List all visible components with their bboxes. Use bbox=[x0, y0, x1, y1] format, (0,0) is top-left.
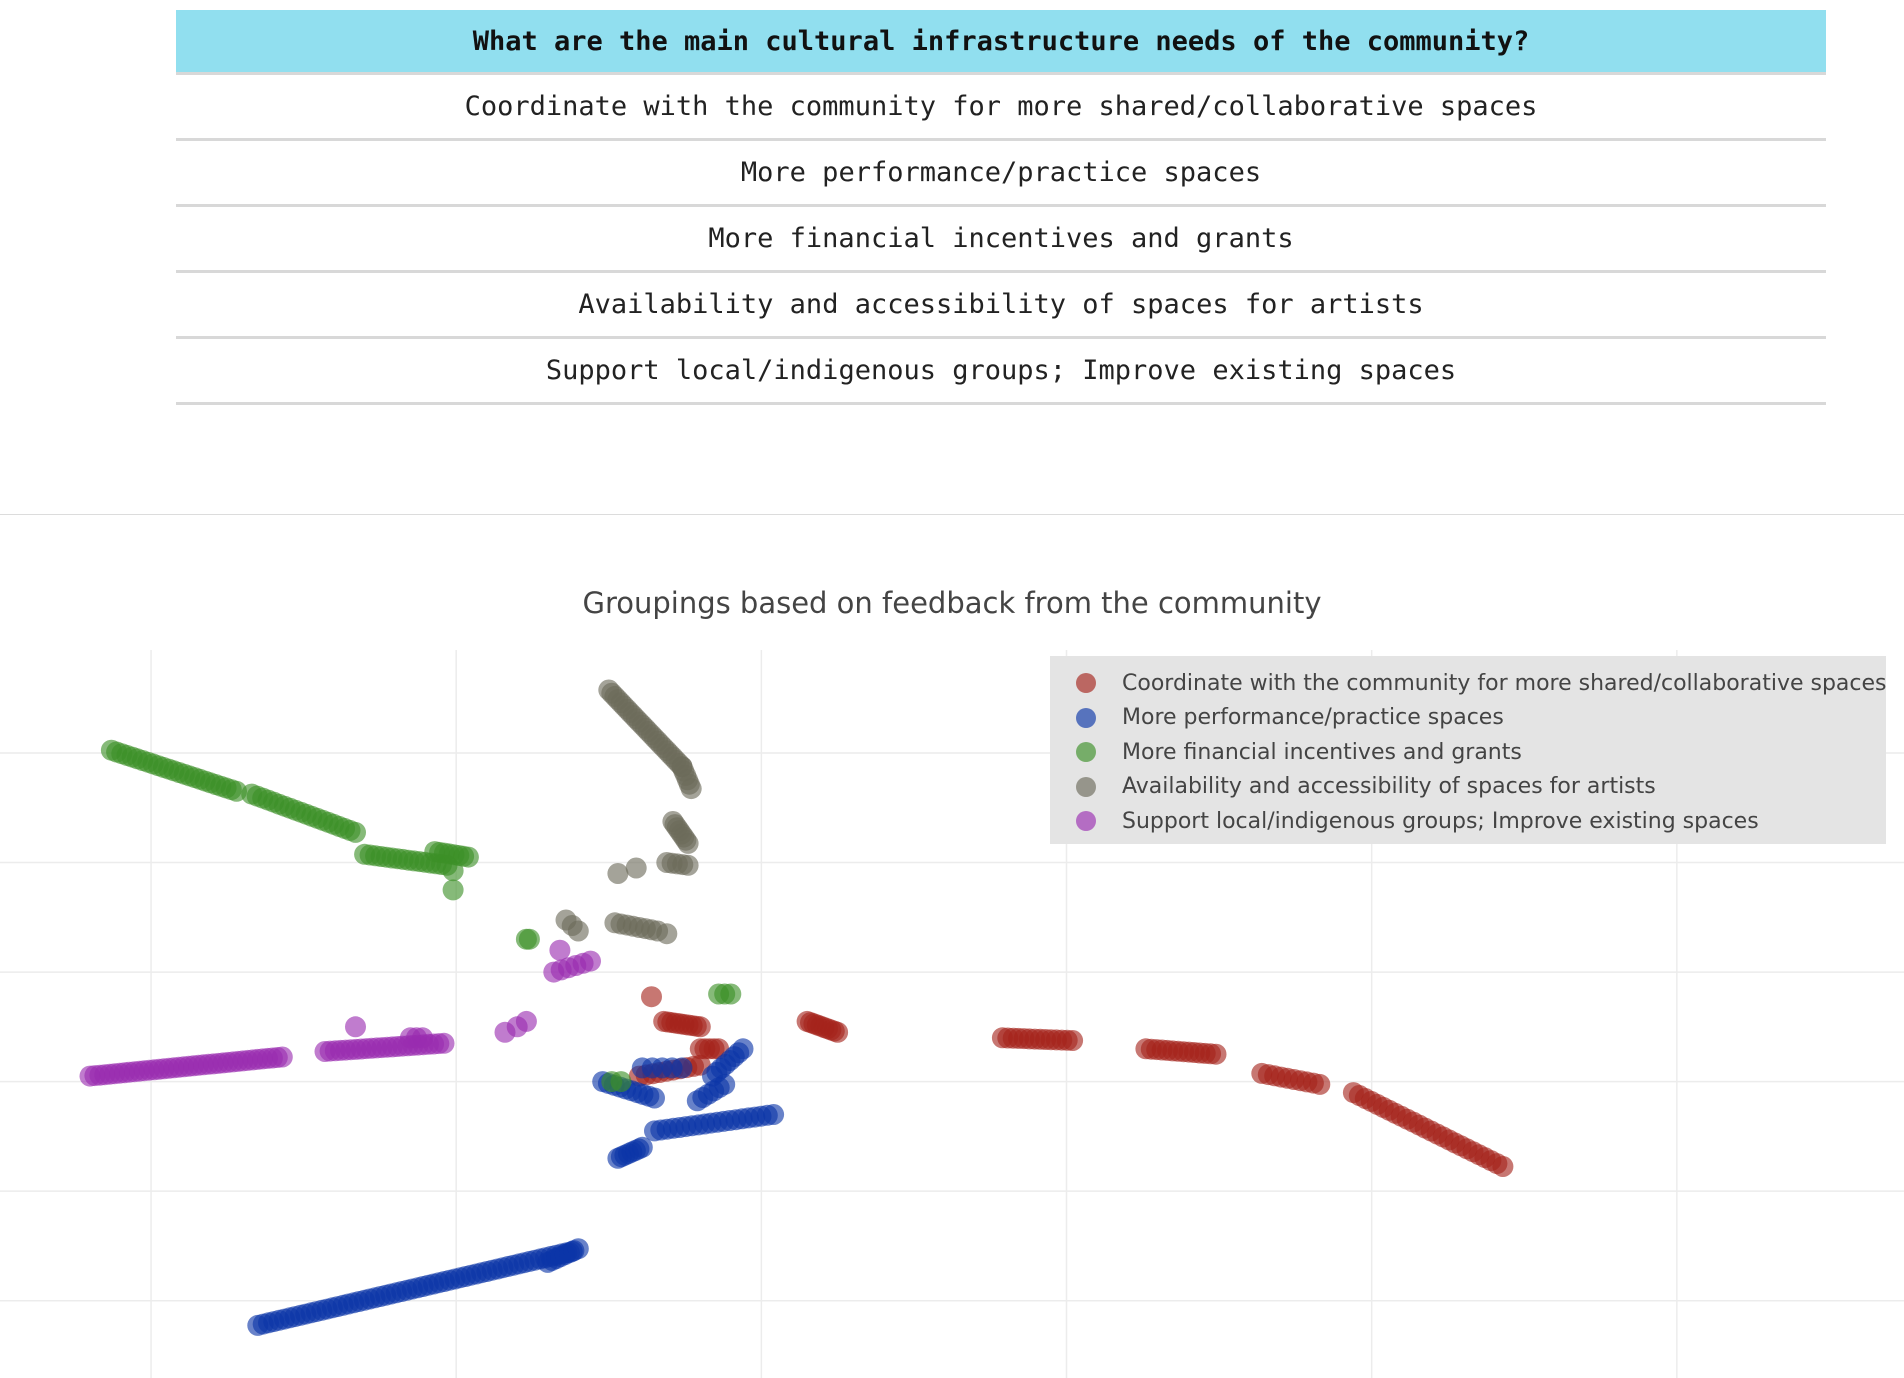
data-point bbox=[567, 1238, 589, 1260]
data-point bbox=[680, 778, 702, 800]
data-point bbox=[442, 879, 464, 901]
legend-marker-icon bbox=[1076, 742, 1096, 763]
table-header-cell: What are the main cultural infrastructur… bbox=[176, 10, 1826, 75]
data-point bbox=[610, 1071, 632, 1093]
data-point bbox=[549, 939, 571, 961]
legend-marker-icon bbox=[1076, 811, 1096, 832]
responses-table-container: What are the main cultural infrastructur… bbox=[176, 10, 1826, 405]
data-point bbox=[656, 923, 678, 945]
table-cell: More performance/practice spaces bbox=[176, 139, 1826, 207]
data-point bbox=[580, 950, 601, 972]
legend-marker-icon bbox=[1076, 776, 1096, 797]
series-group bbox=[79, 939, 601, 1087]
table-row: Availability and accessibility of spaces… bbox=[176, 271, 1826, 339]
series-group bbox=[247, 1038, 785, 1336]
data-point bbox=[644, 1087, 665, 1109]
data-point bbox=[567, 920, 589, 942]
data-point bbox=[763, 1104, 785, 1125]
data-point bbox=[442, 860, 464, 882]
data-point bbox=[732, 1038, 754, 1060]
table-header-row: What are the main cultural infrastructur… bbox=[176, 10, 1826, 75]
table-cell: Coordinate with the community for more s… bbox=[176, 73, 1826, 141]
responses-table: What are the main cultural infrastructur… bbox=[176, 10, 1826, 405]
data-point bbox=[345, 1016, 366, 1038]
series-group bbox=[555, 679, 702, 945]
legend-label: Support local/indigenous groups; Improve… bbox=[1122, 808, 1759, 834]
data-point bbox=[677, 854, 699, 876]
data-point bbox=[1309, 1073, 1331, 1095]
data-point bbox=[671, 1057, 693, 1079]
data-point bbox=[433, 1032, 455, 1054]
data-point bbox=[641, 986, 662, 1008]
data-point bbox=[1205, 1043, 1227, 1065]
table-cell: More financial incentives and grants bbox=[176, 205, 1826, 273]
legend-marker-icon bbox=[1076, 673, 1096, 694]
legend-label: More financial incentives and grants bbox=[1122, 739, 1522, 765]
data-point bbox=[1492, 1156, 1514, 1177]
data-point bbox=[518, 928, 540, 950]
table-row: Coordinate with the community for more s… bbox=[176, 73, 1826, 141]
legend-item[interactable]: More financial incentives and grants bbox=[1076, 735, 1886, 770]
table-cell: Availability and accessibility of spaces… bbox=[176, 271, 1826, 339]
legend-label: More performance/practice spaces bbox=[1122, 705, 1504, 731]
legend-item[interactable]: Coordinate with the community for more s… bbox=[1076, 666, 1887, 701]
table-cell: Support local/indigenous groups; Improve… bbox=[176, 337, 1826, 405]
data-point bbox=[271, 1046, 293, 1068]
chart-legend[interactable]: Coordinate with the community for more s… bbox=[1050, 656, 1887, 844]
data-point bbox=[827, 1021, 849, 1043]
table-row: More financial incentives and grants bbox=[176, 205, 1826, 273]
data-point bbox=[677, 832, 699, 854]
legend-marker-icon bbox=[1076, 707, 1096, 728]
data-point bbox=[689, 1016, 711, 1038]
chart-title: Groupings based on feedback from the com… bbox=[582, 586, 1322, 620]
data-point bbox=[345, 821, 366, 843]
legend-label: Coordinate with the community for more s… bbox=[1122, 670, 1887, 696]
data-point bbox=[720, 983, 742, 1005]
table-row: Support local/indigenous groups; Improve… bbox=[176, 337, 1826, 405]
legend-item[interactable]: Availability and accessibility of spaces… bbox=[1076, 770, 1886, 805]
section-divider bbox=[0, 514, 1904, 515]
data-point bbox=[607, 863, 629, 884]
data-point bbox=[714, 1073, 736, 1095]
data-point bbox=[1062, 1030, 1084, 1051]
legend-label: Availability and accessibility of spaces… bbox=[1122, 774, 1656, 800]
legend-item[interactable]: More performance/practice spaces bbox=[1076, 701, 1886, 736]
data-point bbox=[515, 1010, 537, 1032]
data-point bbox=[412, 1027, 434, 1049]
table-row: More performance/practice spaces bbox=[176, 139, 1826, 207]
legend-item[interactable]: Support local/indigenous groups; Improve… bbox=[1076, 804, 1886, 839]
data-point bbox=[625, 857, 647, 879]
